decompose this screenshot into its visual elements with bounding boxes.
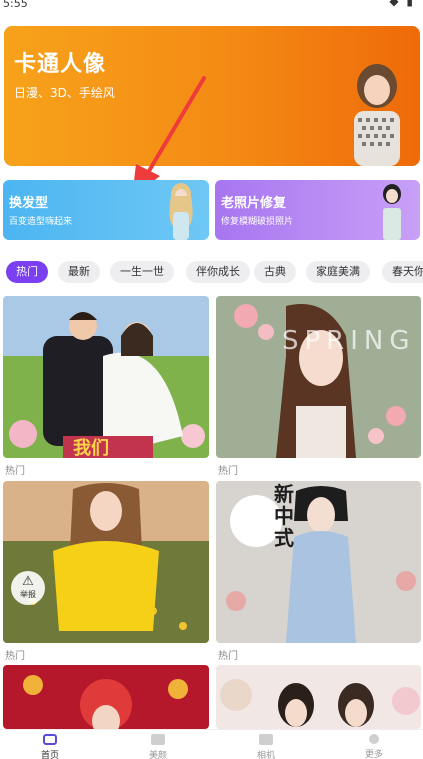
card-title: 老照片修复 xyxy=(221,196,287,211)
old-photo-model-image xyxy=(383,184,401,240)
template-card-field[interactable]: ⚠ 举报 xyxy=(3,481,209,643)
nav-label: 相机 xyxy=(256,751,275,759)
template-label: 热门 xyxy=(218,466,238,477)
report-button[interactable]: ⚠ 举报 xyxy=(11,571,45,605)
category-tabs: 热门 最新 一生一世 伴你成长 古典 家庭美满 春天你 xyxy=(6,261,423,283)
status-time: 5:55 xyxy=(3,0,28,10)
template-label: 热门 xyxy=(5,466,25,477)
banner-title: 卡通人像 xyxy=(14,52,107,77)
friends-image xyxy=(216,665,421,729)
status-bar: 5:55 ◆ ▮ xyxy=(0,0,423,14)
template-label: 热门 xyxy=(218,651,238,662)
template-card-wedding[interactable]: 我们 xyxy=(3,296,209,458)
nav-label: 首页 xyxy=(40,751,59,759)
bottom-navigation: 首页 美颜 相机 更多 xyxy=(0,729,423,759)
nav-label: 美颜 xyxy=(148,751,167,759)
hairstyle-model-image xyxy=(169,183,193,240)
card-subtitle: 修复模糊破损照片 xyxy=(221,217,294,227)
camera-icon xyxy=(43,734,57,745)
tab-spring[interactable]: 春天你 xyxy=(382,261,423,283)
tab-latest[interactable]: 最新 xyxy=(58,261,100,283)
overlay-text: SPRING xyxy=(282,326,416,356)
album-icon xyxy=(259,734,273,745)
portrait-image xyxy=(354,64,400,166)
card-title: 换发型 xyxy=(9,196,49,211)
folder-icon xyxy=(151,734,165,745)
old-photo-restore-card[interactable]: 老照片修复 修复模糊破损照片 xyxy=(215,180,420,240)
nav-label: 更多 xyxy=(364,750,383,759)
cartoon-portrait-banner[interactable]: 卡通人像 日漫、3D、手绘风 xyxy=(4,26,420,166)
nav-home[interactable]: 首页 xyxy=(20,734,80,759)
tab-growing-up[interactable]: 伴你成长 xyxy=(186,261,250,283)
status-icons: ◆ ▮ xyxy=(389,0,415,8)
template-label: 热门 xyxy=(5,651,25,662)
overlay-text: 我们 xyxy=(73,438,109,458)
tab-happy-family[interactable]: 家庭美满 xyxy=(306,261,370,283)
banner-subtitle: 日漫、3D、手绘风 xyxy=(14,86,115,100)
qipao-image xyxy=(216,481,421,643)
card-subtitle: 百变造型嗨起来 xyxy=(9,217,73,227)
template-card-qipao[interactable]: 新中式 xyxy=(216,481,421,643)
tab-forever[interactable]: 一生一世 xyxy=(110,261,174,283)
template-card-friends[interactable] xyxy=(216,665,421,729)
nav-more[interactable]: 更多 xyxy=(344,734,404,759)
template-card-bride[interactable] xyxy=(3,665,209,729)
overlay-text: 新中式 xyxy=(274,482,294,550)
tab-hot[interactable]: 热门 xyxy=(6,261,48,283)
user-icon xyxy=(369,734,379,744)
spring-image xyxy=(216,296,421,458)
field-image xyxy=(3,481,209,643)
bride-image xyxy=(3,665,209,729)
change-hairstyle-card[interactable]: 换发型 百变造型嗨起来 xyxy=(3,180,209,240)
template-card-spring[interactable]: SPRING xyxy=(216,296,421,458)
nav-beauty[interactable]: 美颜 xyxy=(128,734,188,759)
report-label: 举报 xyxy=(20,590,36,599)
nav-camera[interactable]: 相机 xyxy=(236,734,296,759)
warning-icon: ⚠ xyxy=(22,574,34,589)
tab-classical[interactable]: 古典 xyxy=(254,261,296,283)
